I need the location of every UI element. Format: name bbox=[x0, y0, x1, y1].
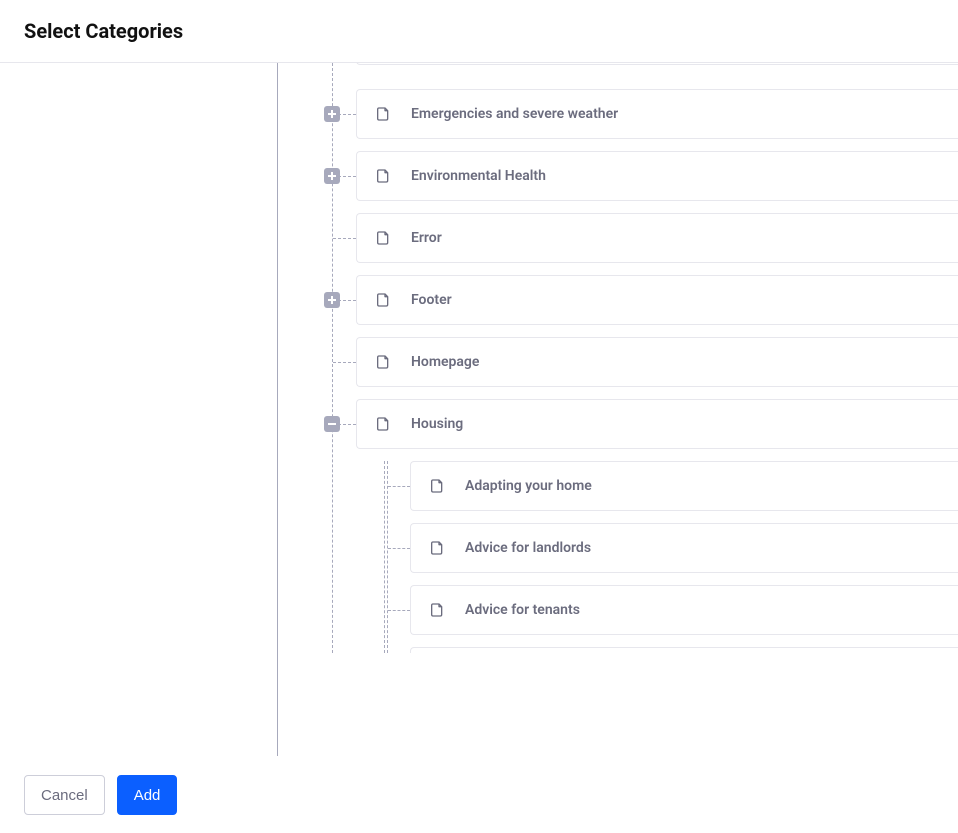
tree-row-footer: Footer bbox=[278, 275, 958, 325]
category-card[interactable]: Footer bbox=[356, 275, 958, 325]
page-icon bbox=[429, 540, 445, 556]
tree-connector bbox=[388, 610, 410, 611]
category-card[interactable]: Housing bbox=[356, 399, 958, 449]
dialog-footer: Cancel Add bbox=[0, 756, 958, 833]
expand-toggle[interactable] bbox=[324, 106, 340, 122]
plus-icon bbox=[327, 171, 337, 181]
page-icon bbox=[429, 478, 445, 494]
category-label: Environmental Health bbox=[411, 168, 546, 184]
category-card[interactable]: Adapting your home bbox=[410, 461, 958, 511]
category-label: Housing bbox=[411, 416, 463, 432]
left-pane bbox=[0, 63, 278, 756]
tree-row-fragment bbox=[278, 63, 958, 65]
page-icon bbox=[375, 292, 391, 308]
tree-connector bbox=[333, 238, 356, 239]
category-card[interactable]: Emergencies and severe weather bbox=[356, 89, 958, 139]
collapse-toggle[interactable] bbox=[324, 416, 340, 432]
tree-connector bbox=[388, 548, 410, 549]
page-icon bbox=[375, 354, 391, 370]
tree-row-env-health: Environmental Health bbox=[278, 151, 958, 201]
tree-row-emergencies: Emergencies and severe weather bbox=[278, 89, 958, 139]
add-button[interactable]: Add bbox=[117, 775, 178, 815]
tree-row-housing: Housing bbox=[278, 399, 958, 449]
category-label: Emergencies and severe weather bbox=[411, 106, 618, 122]
category-label: Advice for tenants bbox=[465, 602, 580, 618]
category-label: Advice for landlords bbox=[465, 540, 591, 556]
category-card[interactable]: Advice for tenants bbox=[410, 585, 958, 635]
tree-row-landlords: Advice for landlords bbox=[278, 523, 958, 573]
page-icon bbox=[429, 602, 445, 618]
tree-row-error: Error bbox=[278, 213, 958, 263]
category-label: Homepage bbox=[411, 354, 479, 370]
tree-connector bbox=[333, 362, 356, 363]
dialog-body: Emergencies and severe weather Environme… bbox=[0, 63, 958, 756]
tree-row-fragment bbox=[278, 647, 958, 653]
page-icon bbox=[375, 106, 391, 122]
plus-icon bbox=[327, 109, 337, 119]
cancel-button[interactable]: Cancel bbox=[24, 775, 105, 815]
category-card[interactable]: Error bbox=[356, 213, 958, 263]
tree-row-homepage: Homepage bbox=[278, 337, 958, 387]
category-label: Footer bbox=[411, 292, 452, 308]
category-label: Error bbox=[411, 230, 442, 246]
category-card[interactable] bbox=[410, 647, 958, 653]
category-card[interactable]: Homepage bbox=[356, 337, 958, 387]
category-card[interactable]: Advice for landlords bbox=[410, 523, 958, 573]
page-icon bbox=[375, 416, 391, 432]
minus-icon bbox=[327, 419, 337, 429]
expand-toggle[interactable] bbox=[324, 168, 340, 184]
tree-pane: Emergencies and severe weather Environme… bbox=[278, 63, 958, 756]
category-card[interactable] bbox=[356, 63, 958, 65]
dialog-title: Select Categories bbox=[24, 19, 183, 43]
plus-icon bbox=[327, 295, 337, 305]
category-card[interactable]: Environmental Health bbox=[356, 151, 958, 201]
tree-connector bbox=[388, 486, 410, 487]
tree-row-adapting: Adapting your home bbox=[278, 461, 958, 511]
category-tree: Emergencies and severe weather Environme… bbox=[278, 63, 958, 653]
expand-toggle[interactable] bbox=[324, 292, 340, 308]
page-icon bbox=[375, 230, 391, 246]
page-icon bbox=[375, 168, 391, 184]
tree-children-housing: Adapting your home Advice for landlords … bbox=[278, 461, 958, 653]
category-label: Adapting your home bbox=[465, 478, 592, 494]
tree-row-tenants: Advice for tenants bbox=[278, 585, 958, 635]
dialog-header: Select Categories bbox=[0, 0, 958, 63]
